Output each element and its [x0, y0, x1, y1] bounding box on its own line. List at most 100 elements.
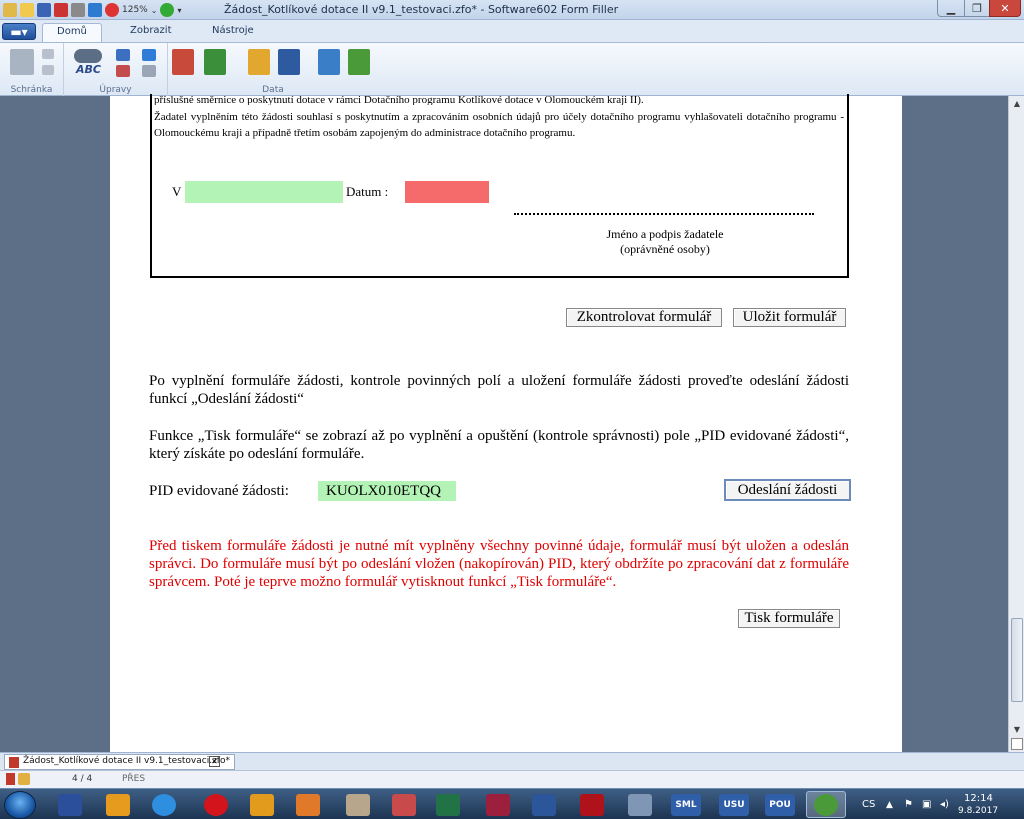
chevron-down-icon[interactable]: ⌄ [151, 6, 158, 15]
check-form-button[interactable]: Zkontrolovat formulář [566, 308, 722, 327]
send-request-button[interactable]: Odeslání žádosti [724, 479, 851, 501]
taskbar-acrobat[interactable] [572, 791, 612, 818]
hand-icon [346, 793, 370, 816]
taskbar-ie[interactable] [144, 791, 184, 818]
undo-icon[interactable] [142, 49, 156, 61]
vertical-scrollbar[interactable]: ▲ ▼ [1008, 96, 1024, 752]
find-icon[interactable] [116, 49, 130, 61]
place-field[interactable] [185, 181, 343, 203]
excel-icon [436, 793, 460, 816]
validate-icon[interactable] [348, 49, 370, 75]
customize-icon[interactable]: ▾ [177, 6, 181, 15]
place-label: V [172, 184, 182, 199]
taskbar-save-app[interactable] [50, 791, 90, 818]
save-form-button[interactable]: Uložit formulář [733, 308, 846, 327]
taskbar-word[interactable] [524, 791, 564, 818]
consent-text-top: příslušné směrnice o poskytnutí dotace v… [154, 94, 644, 105]
form-page: příslušné směrnice o poskytnutí dotace v… [110, 94, 902, 752]
floppy-icon [58, 793, 82, 816]
tab-home[interactable]: Domů [42, 23, 102, 42]
file-menu-button[interactable]: ▬▾ [2, 23, 36, 40]
consent-text: Žadatel vyplněním této žádosti souhlasí … [154, 111, 844, 139]
app-menu-icon[interactable] [3, 3, 17, 17]
pid-label: PID evidované žádosti: [149, 483, 289, 499]
volume-icon[interactable]: ◂) [940, 789, 949, 819]
spell-check-icon[interactable]: ABC [76, 63, 101, 76]
instruction-print: Funkce „Tisk formuláře“ se zobrazí až po… [149, 428, 849, 462]
import-icon[interactable] [172, 49, 194, 75]
media-player-icon [296, 793, 320, 816]
ribbon-tab-bar: ▬▾ Domů Zobrazit Nástroje [0, 20, 1024, 42]
group-data: Data [168, 43, 378, 97]
taskbar-opera[interactable] [196, 791, 236, 818]
close-button[interactable]: ✕ [989, 0, 1021, 17]
restore-button[interactable]: ❐ [964, 0, 990, 17]
signature-caption-sub: (oprávněné osoby) [620, 242, 710, 256]
copy-icon[interactable] [42, 65, 54, 75]
taskbar-excel[interactable] [428, 791, 468, 818]
redo-icon[interactable] [142, 65, 156, 77]
document-tab-strip: Žádost_Kotlíkové dotace II v9.1_testovac… [0, 752, 1024, 770]
gear-icon [486, 793, 510, 816]
tray-expand-icon[interactable]: ▲ [886, 789, 893, 819]
date-label: Datum : [346, 184, 389, 199]
flag-icon[interactable]: ⚑ [904, 789, 913, 819]
cut-icon[interactable] [42, 49, 54, 59]
clock-date[interactable]: 9.8.2017 [958, 804, 998, 818]
outlook-icon [106, 793, 130, 816]
clock-time[interactable]: 12:14 [964, 791, 993, 805]
print-form-button[interactable]: Tisk formuláře [738, 609, 840, 628]
taskbar-pdf-editor[interactable] [384, 791, 424, 818]
paste-icon[interactable] [10, 49, 34, 75]
taskbar-form-filler[interactable] [806, 791, 846, 818]
export-icon[interactable] [204, 49, 226, 75]
tab-tools[interactable]: Nástroje [198, 23, 268, 42]
taskbar-outlook[interactable] [98, 791, 138, 818]
binoculars-icon[interactable] [74, 49, 102, 63]
document-tab[interactable]: Žádost_Kotlíkové dotace II v9.1_testovac… [4, 754, 235, 770]
cloud-icon[interactable] [71, 3, 85, 17]
database-open-icon[interactable] [248, 49, 270, 75]
taskbar-usu[interactable]: USU [714, 791, 754, 818]
pou-app-icon: POU [765, 793, 795, 816]
taskbar-hand-app[interactable] [338, 791, 378, 818]
date-field[interactable] [405, 181, 489, 203]
scroll-thumb[interactable] [1011, 618, 1023, 702]
scroll-up-icon[interactable]: ▲ [1011, 98, 1023, 110]
page-split-icon[interactable] [1011, 738, 1023, 750]
minimize-button[interactable]: ▁ [937, 0, 965, 17]
database-save-icon[interactable] [278, 49, 300, 75]
document-icon [9, 757, 19, 768]
scroll-down-icon[interactable]: ▼ [1011, 724, 1023, 736]
group-label: Schránka [10, 85, 53, 95]
taskbar-settings-app[interactable] [478, 791, 518, 818]
pid-field[interactable]: KUOLX010ETQQ [318, 481, 456, 501]
group-edit: ABC Úpravy [64, 43, 168, 97]
instruction-send: Po vyplnění formuláře žádosti, kontrole … [149, 373, 849, 407]
taskbar-media[interactable] [288, 791, 328, 818]
language-indicator[interactable]: CS [862, 789, 875, 819]
tab-view[interactable]: Zobrazit [116, 23, 186, 42]
window-title: Žádost_Kotlíkové dotace II v9.1_testovac… [224, 3, 619, 16]
open-icon[interactable] [20, 3, 34, 17]
zoom-level[interactable]: 125% [122, 5, 148, 15]
ribbon: Schránka ABC Úpravy Data [0, 42, 1024, 97]
save-icon[interactable] [37, 3, 51, 17]
replace-icon[interactable] [116, 65, 130, 77]
opera-icon [204, 793, 228, 816]
taskbar-app-flower[interactable] [242, 791, 282, 818]
close-document-icon[interactable]: ✕ [209, 756, 220, 767]
zoom-in-icon[interactable] [160, 3, 175, 17]
zoom-out-icon[interactable] [105, 3, 119, 17]
taskbar-pou[interactable]: POU [760, 791, 800, 818]
signature-caption: Jméno a podpis žadatele [606, 227, 724, 241]
undo-icon[interactable] [88, 3, 102, 17]
taskbar-sml[interactable]: SML [666, 791, 706, 818]
lock-icon [18, 773, 30, 785]
pen-icon [392, 793, 416, 816]
calculator-icon[interactable] [318, 49, 340, 75]
taskbar-calculator[interactable] [620, 791, 660, 818]
network-icon[interactable]: ▣ [922, 789, 931, 819]
print-icon[interactable] [54, 3, 68, 17]
start-button[interactable] [4, 791, 36, 819]
